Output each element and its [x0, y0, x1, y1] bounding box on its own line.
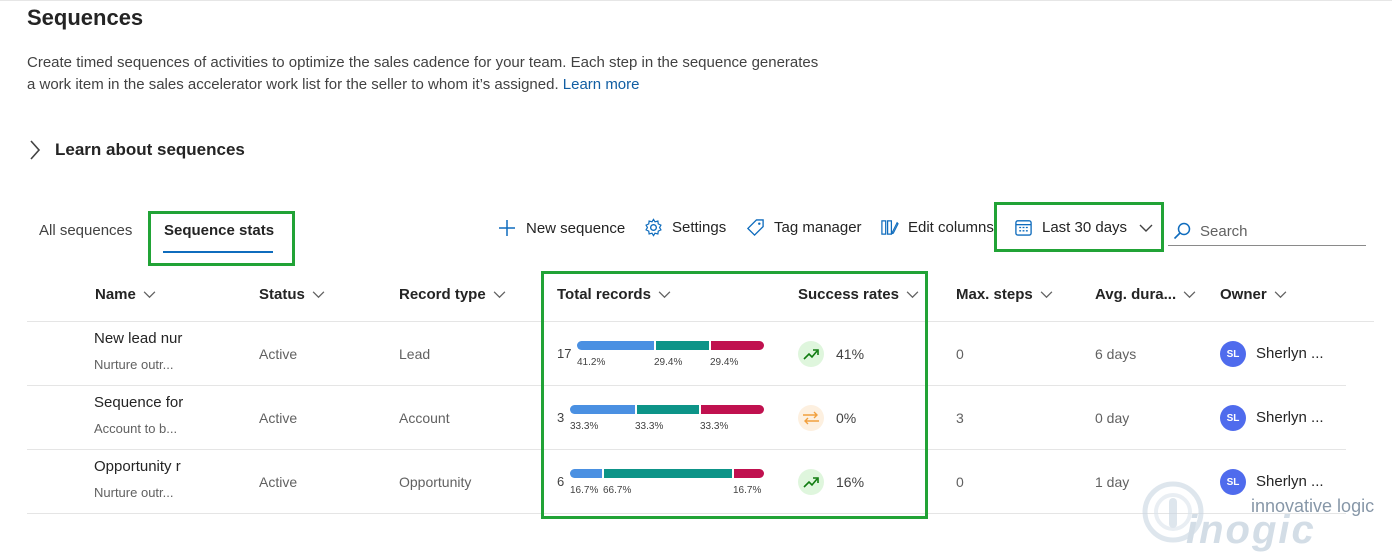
new-sequence-button[interactable]: New sequence	[497, 218, 625, 238]
column-header-max-steps[interactable]: Max. steps	[956, 286, 1053, 303]
record-type-cell: Opportunity	[399, 474, 472, 490]
top-divider	[0, 0, 1392, 1]
avg-duration-cell: 1 day	[1095, 474, 1130, 490]
sequence-name[interactable]: Opportunity r	[94, 458, 188, 475]
column-header-record-type[interactable]: Record type	[399, 286, 506, 303]
column-header-owner-label: Owner	[1220, 286, 1267, 303]
column-header-name[interactable]: Name	[95, 286, 156, 303]
column-header-status-label: Status	[259, 286, 305, 303]
description-text: Create timed sequences of activities to …	[27, 54, 819, 93]
page-title: Sequences	[27, 5, 144, 30]
search-placeholder: Search	[1200, 222, 1248, 240]
highlight-box-date-filter	[994, 202, 1164, 252]
column-header-owner[interactable]: Owner	[1220, 286, 1287, 303]
sequence-subtitle: Nurture outr...	[94, 485, 174, 500]
max-steps-cell: 0	[956, 346, 964, 362]
settings-label: Settings	[672, 219, 727, 236]
highlight-box-tab	[148, 211, 295, 266]
chevron-down-icon	[143, 291, 156, 299]
chevron-down-icon	[1274, 291, 1287, 299]
edit-columns-icon	[881, 220, 899, 235]
record-type-cell: Lead	[399, 346, 431, 362]
column-header-avg-duration[interactable]: Avg. dura...	[1095, 286, 1196, 303]
status-cell: Active	[259, 346, 298, 362]
sequence-subtitle: Account to b...	[94, 421, 178, 436]
column-header-record-type-label: Record type	[399, 286, 486, 303]
tag-manager-label: Tag manager	[774, 219, 862, 236]
plus-icon	[499, 220, 515, 236]
status-cell: Active	[259, 474, 298, 490]
learn-more-link[interactable]: Learn more	[563, 76, 640, 93]
settings-button[interactable]: Settings	[644, 218, 726, 237]
highlight-box-stats	[541, 271, 928, 519]
avg-duration-cell: 6 days	[1095, 346, 1137, 362]
sequence-name[interactable]: Sequence for	[94, 394, 188, 411]
avatar: SL	[1220, 405, 1246, 431]
chevron-down-icon	[312, 291, 325, 299]
tag-icon	[746, 219, 764, 237]
column-header-name-label: Name	[95, 286, 136, 303]
chevron-right-icon	[30, 140, 41, 160]
chevron-down-icon	[1183, 291, 1196, 299]
owner-name[interactable]: Sherlyn ...	[1256, 409, 1324, 426]
new-sequence-label: New sequence	[526, 219, 626, 237]
search-icon	[1173, 222, 1191, 240]
sequence-name[interactable]: New lead nur	[94, 330, 188, 347]
page-description: Create timed sequences of activities to …	[27, 52, 827, 96]
edit-columns-button[interactable]: Edit columns	[880, 218, 994, 237]
tag-manager-button[interactable]: Tag manager	[746, 218, 862, 237]
max-steps-cell: 3	[956, 410, 964, 426]
learn-about-expander[interactable]: Learn about sequences	[27, 139, 245, 161]
avatar: SL	[1220, 341, 1246, 367]
status-cell: Active	[259, 410, 298, 426]
owner-name[interactable]: Sherlyn ...	[1256, 345, 1324, 362]
avg-duration-cell: 0 day	[1095, 410, 1130, 426]
learn-about-label: Learn about sequences	[55, 140, 245, 159]
tab-all-sequences[interactable]: All sequences	[39, 222, 132, 239]
watermark-brand: inogic	[1186, 508, 1316, 552]
column-header-avg-duration-label: Avg. dura...	[1095, 286, 1177, 303]
sequence-subtitle: Nurture outr...	[94, 357, 174, 372]
edit-columns-label: Edit columns	[908, 219, 994, 236]
search-input[interactable]: Search	[1168, 217, 1366, 246]
chevron-down-icon	[493, 291, 506, 299]
column-header-max-steps-label: Max. steps	[956, 286, 1033, 303]
record-type-cell: Account	[399, 410, 450, 426]
chevron-down-icon	[1040, 291, 1053, 299]
column-header-status[interactable]: Status	[259, 286, 325, 303]
max-steps-cell: 0	[956, 474, 964, 490]
gear-icon	[645, 218, 662, 237]
